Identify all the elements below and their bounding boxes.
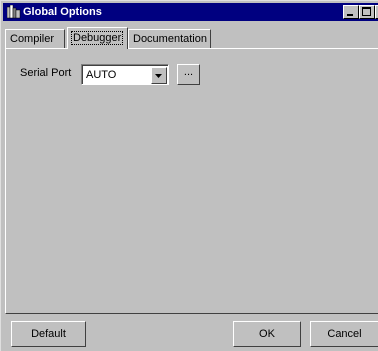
tab-documentation[interactable]: Documentation [128, 29, 211, 48]
tab-compiler[interactable]: Compiler [5, 29, 65, 48]
serial-port-dropdown-button[interactable] [151, 67, 167, 84]
chevron-down-icon [155, 74, 162, 78]
browse-serial-port-button[interactable]: ... [177, 64, 200, 85]
tab-debugger[interactable]: Debugger [67, 27, 128, 49]
maximize-button[interactable] [359, 5, 375, 19]
default-button[interactable]: Default [11, 321, 86, 347]
books-app-icon [6, 4, 21, 19]
tab-debugger-label: Debugger [70, 31, 124, 45]
minimize-icon [347, 14, 353, 16]
serial-port-value: AUTO [86, 69, 117, 81]
tab-strip: Compiler Debugger Documentation [5, 27, 378, 49]
cancel-button[interactable]: Cancel [310, 321, 378, 347]
serial-port-select[interactable]: AUTO [81, 64, 169, 85]
window-title: Global Options [23, 6, 102, 18]
serial-port-label: Serial Port [20, 67, 72, 79]
ok-button[interactable]: OK [233, 321, 301, 347]
tab-documentation-label: Documentation [133, 33, 207, 45]
tab-compiler-label: Compiler [10, 33, 55, 45]
serial-port-field: AUTO [82, 65, 168, 84]
maximize-icon [362, 7, 371, 16]
title-bar[interactable]: Global Options [3, 3, 378, 21]
global-options-window: Global Options Compiler Debugger Documen… [0, 0, 378, 351]
debugger-panel [5, 48, 378, 314]
minimize-button[interactable] [343, 5, 359, 19]
